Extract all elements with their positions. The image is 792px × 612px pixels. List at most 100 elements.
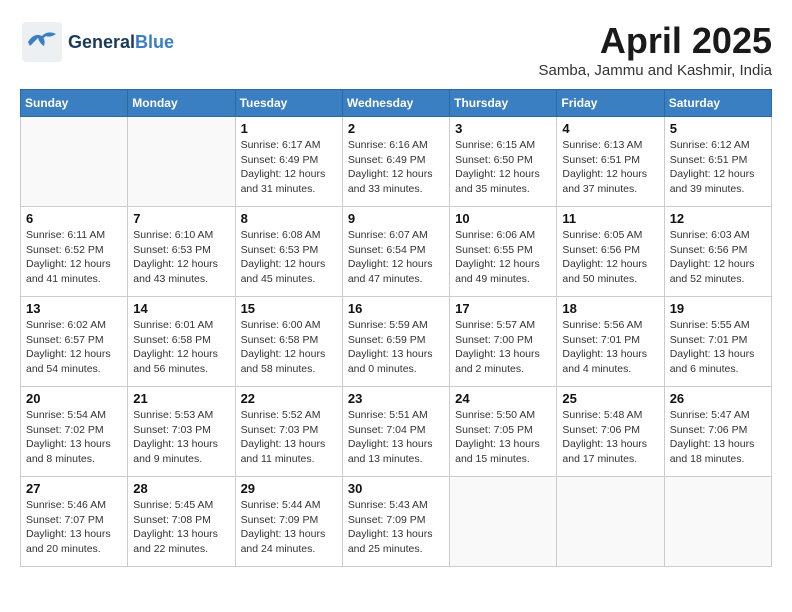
day-info: Sunrise: 6:08 AM Sunset: 6:53 PM Dayligh… bbox=[241, 228, 337, 287]
day-number: 6 bbox=[26, 211, 122, 226]
calendar-cell: 28 Sunrise: 5:45 AM Sunset: 7:08 PM Dayli… bbox=[128, 477, 235, 567]
day-info: Sunrise: 5:53 AM Sunset: 7:03 PM Dayligh… bbox=[133, 408, 229, 467]
calendar-cell: 23 Sunrise: 5:51 AM Sunset: 7:04 PM Dayli… bbox=[342, 387, 449, 477]
day-info: Sunrise: 5:43 AM Sunset: 7:09 PM Dayligh… bbox=[348, 498, 444, 557]
logo: GeneralBlue bbox=[20, 20, 174, 64]
calendar-cell: 18Sunrise: 5:56 AM Sunset: 7:01 PM Dayli… bbox=[557, 297, 664, 387]
page-header: GeneralBlue April 2025 Samba, Jammu and … bbox=[20, 20, 772, 79]
calendar-cell: 7 Sunrise: 6:10 AM Sunset: 6:53 PM Daylig… bbox=[128, 207, 235, 297]
day-number: 20 bbox=[26, 391, 122, 406]
calendar-cell: 12Sunrise: 6:03 AM Sunset: 6:56 PM Dayli… bbox=[664, 207, 771, 297]
day-info: Sunrise: 5:46 AM Sunset: 7:07 PM Dayligh… bbox=[26, 498, 122, 557]
day-info: Sunrise: 6:01 AM Sunset: 6:58 PM Dayligh… bbox=[133, 318, 229, 377]
calendar-cell: 11 Sunrise: 6:05 AM Sunset: 6:56 PM Dayli… bbox=[557, 207, 664, 297]
day-info: Sunrise: 6:13 AM Sunset: 6:51 PM Dayligh… bbox=[562, 138, 658, 197]
calendar-cell: 16Sunrise: 5:59 AM Sunset: 6:59 PM Dayli… bbox=[342, 297, 449, 387]
calendar-cell: 25 Sunrise: 5:48 AM Sunset: 7:06 PM Dayli… bbox=[557, 387, 664, 477]
day-number: 24 bbox=[455, 391, 551, 406]
calendar-cell: 6 Sunrise: 6:11 AM Sunset: 6:52 PM Daylig… bbox=[21, 207, 128, 297]
day-number: 23 bbox=[348, 391, 444, 406]
day-info: Sunrise: 5:54 AM Sunset: 7:02 PM Dayligh… bbox=[26, 408, 122, 467]
day-info: Sunrise: 5:48 AM Sunset: 7:06 PM Dayligh… bbox=[562, 408, 658, 467]
day-number: 30 bbox=[348, 481, 444, 496]
calendar-header-row: SundayMondayTuesdayWednesdayThursdayFrid… bbox=[21, 90, 772, 117]
calendar-cell: 22 Sunrise: 5:52 AM Sunset: 7:03 PM Dayli… bbox=[235, 387, 342, 477]
calendar-cell: 29 Sunrise: 5:44 AM Sunset: 7:09 PM Dayli… bbox=[235, 477, 342, 567]
title-block: April 2025 Samba, Jammu and Kashmir, Ind… bbox=[539, 20, 772, 79]
day-header-friday: Friday bbox=[557, 90, 664, 117]
calendar-cell: 21 Sunrise: 5:53 AM Sunset: 7:03 PM Dayli… bbox=[128, 387, 235, 477]
day-info: Sunrise: 5:52 AM Sunset: 7:03 PM Dayligh… bbox=[241, 408, 337, 467]
calendar-cell: 15 Sunrise: 6:00 AM Sunset: 6:58 PM Dayli… bbox=[235, 297, 342, 387]
day-number: 12 bbox=[670, 211, 766, 226]
day-info: Sunrise: 6:15 AM Sunset: 6:50 PM Dayligh… bbox=[455, 138, 551, 197]
calendar-cell: 27Sunrise: 5:46 AM Sunset: 7:07 PM Dayli… bbox=[21, 477, 128, 567]
day-number: 16 bbox=[348, 301, 444, 316]
calendar-cell: 26 Sunrise: 5:47 AM Sunset: 7:06 PM Dayli… bbox=[664, 387, 771, 477]
calendar-table: SundayMondayTuesdayWednesdayThursdayFrid… bbox=[20, 89, 772, 567]
day-info: Sunrise: 6:02 AM Sunset: 6:57 PM Dayligh… bbox=[26, 318, 122, 377]
day-header-wednesday: Wednesday bbox=[342, 90, 449, 117]
day-info: Sunrise: 6:07 AM Sunset: 6:54 PM Dayligh… bbox=[348, 228, 444, 287]
calendar-week-4: 20 Sunrise: 5:54 AM Sunset: 7:02 PM Dayli… bbox=[21, 387, 772, 477]
day-number: 11 bbox=[562, 211, 658, 226]
calendar-cell: 24 Sunrise: 5:50 AM Sunset: 7:05 PM Dayli… bbox=[450, 387, 557, 477]
day-number: 4 bbox=[562, 121, 658, 136]
day-info: Sunrise: 5:45 AM Sunset: 7:08 PM Dayligh… bbox=[133, 498, 229, 557]
calendar-cell: 8 Sunrise: 6:08 AM Sunset: 6:53 PM Daylig… bbox=[235, 207, 342, 297]
day-info: Sunrise: 5:55 AM Sunset: 7:01 PM Dayligh… bbox=[670, 318, 766, 377]
day-info: Sunrise: 5:50 AM Sunset: 7:05 PM Dayligh… bbox=[455, 408, 551, 467]
day-number: 10 bbox=[455, 211, 551, 226]
subtitle: Samba, Jammu and Kashmir, India bbox=[539, 62, 772, 79]
calendar-cell: 14 Sunrise: 6:01 AM Sunset: 6:58 PM Dayli… bbox=[128, 297, 235, 387]
calendar-cell: 2 Sunrise: 6:16 AM Sunset: 6:49 PM Daylig… bbox=[342, 117, 449, 207]
day-number: 1 bbox=[241, 121, 337, 136]
calendar-cell bbox=[557, 477, 664, 567]
calendar-week-3: 13Sunrise: 6:02 AM Sunset: 6:57 PM Dayli… bbox=[21, 297, 772, 387]
calendar-cell bbox=[664, 477, 771, 567]
day-info: Sunrise: 6:16 AM Sunset: 6:49 PM Dayligh… bbox=[348, 138, 444, 197]
calendar-cell: 3 Sunrise: 6:15 AM Sunset: 6:50 PM Daylig… bbox=[450, 117, 557, 207]
day-number: 2 bbox=[348, 121, 444, 136]
day-number: 21 bbox=[133, 391, 229, 406]
day-info: Sunrise: 6:10 AM Sunset: 6:53 PM Dayligh… bbox=[133, 228, 229, 287]
calendar-cell: 17Sunrise: 5:57 AM Sunset: 7:00 PM Dayli… bbox=[450, 297, 557, 387]
logo-icon bbox=[20, 20, 64, 64]
day-header-monday: Monday bbox=[128, 90, 235, 117]
day-info: Sunrise: 6:12 AM Sunset: 6:51 PM Dayligh… bbox=[670, 138, 766, 197]
day-number: 25 bbox=[562, 391, 658, 406]
calendar-week-1: 1Sunrise: 6:17 AM Sunset: 6:49 PM Daylig… bbox=[21, 117, 772, 207]
day-number: 3 bbox=[455, 121, 551, 136]
calendar-cell: 9 Sunrise: 6:07 AM Sunset: 6:54 PM Daylig… bbox=[342, 207, 449, 297]
day-number: 19 bbox=[670, 301, 766, 316]
day-header-saturday: Saturday bbox=[664, 90, 771, 117]
calendar-cell: 30 Sunrise: 5:43 AM Sunset: 7:09 PM Dayli… bbox=[342, 477, 449, 567]
calendar-cell: 13Sunrise: 6:02 AM Sunset: 6:57 PM Dayli… bbox=[21, 297, 128, 387]
day-info: Sunrise: 6:00 AM Sunset: 6:58 PM Dayligh… bbox=[241, 318, 337, 377]
day-number: 26 bbox=[670, 391, 766, 406]
day-number: 9 bbox=[348, 211, 444, 226]
calendar-cell: 1Sunrise: 6:17 AM Sunset: 6:49 PM Daylig… bbox=[235, 117, 342, 207]
day-number: 15 bbox=[241, 301, 337, 316]
calendar-cell: 19 Sunrise: 5:55 AM Sunset: 7:01 PM Dayli… bbox=[664, 297, 771, 387]
day-number: 8 bbox=[241, 211, 337, 226]
day-info: Sunrise: 5:51 AM Sunset: 7:04 PM Dayligh… bbox=[348, 408, 444, 467]
day-info: Sunrise: 5:44 AM Sunset: 7:09 PM Dayligh… bbox=[241, 498, 337, 557]
calendar-cell: 20 Sunrise: 5:54 AM Sunset: 7:02 PM Dayli… bbox=[21, 387, 128, 477]
day-info: Sunrise: 5:47 AM Sunset: 7:06 PM Dayligh… bbox=[670, 408, 766, 467]
day-info: Sunrise: 5:56 AM Sunset: 7:01 PM Dayligh… bbox=[562, 318, 658, 377]
day-header-thursday: Thursday bbox=[450, 90, 557, 117]
day-number: 7 bbox=[133, 211, 229, 226]
day-number: 17 bbox=[455, 301, 551, 316]
day-number: 22 bbox=[241, 391, 337, 406]
calendar-cell bbox=[450, 477, 557, 567]
day-header-sunday: Sunday bbox=[21, 90, 128, 117]
day-number: 28 bbox=[133, 481, 229, 496]
day-number: 14 bbox=[133, 301, 229, 316]
day-info: Sunrise: 6:11 AM Sunset: 6:52 PM Dayligh… bbox=[26, 228, 122, 287]
calendar-week-5: 27Sunrise: 5:46 AM Sunset: 7:07 PM Dayli… bbox=[21, 477, 772, 567]
calendar-cell bbox=[128, 117, 235, 207]
day-info: Sunrise: 6:05 AM Sunset: 6:56 PM Dayligh… bbox=[562, 228, 658, 287]
day-number: 29 bbox=[241, 481, 337, 496]
calendar-cell: 4 Sunrise: 6:13 AM Sunset: 6:51 PM Daylig… bbox=[557, 117, 664, 207]
